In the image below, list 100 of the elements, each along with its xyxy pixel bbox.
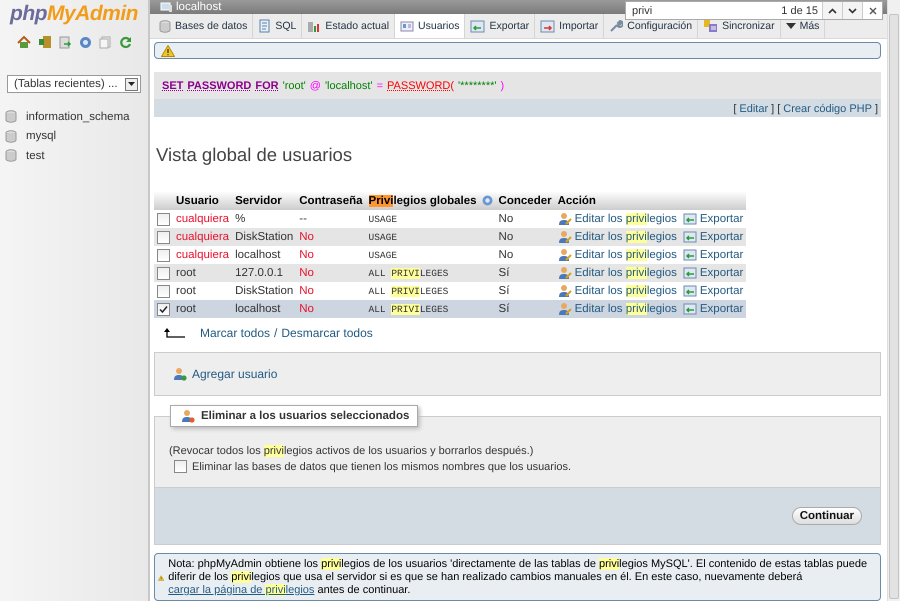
nav-tab[interactable]: SQL xyxy=(253,14,302,38)
edit-privileges-link[interactable]: Editar los privilegios xyxy=(574,249,677,261)
export-icon xyxy=(682,303,697,315)
query-window-icon[interactable] xyxy=(58,36,72,48)
help-icon[interactable] xyxy=(482,195,493,206)
sql-token: PASSWORD( xyxy=(387,80,454,92)
export-link[interactable]: Exportar xyxy=(700,213,744,225)
export-link[interactable]: Exportar xyxy=(700,249,744,261)
row-checkbox[interactable] xyxy=(157,284,170,298)
database-icon xyxy=(5,149,17,162)
export-icon xyxy=(682,249,697,261)
sql-token: FOR xyxy=(255,80,279,92)
legend-title: Eliminar a los usuarios seleccionados xyxy=(201,410,410,422)
row-checkbox[interactable] xyxy=(157,266,170,280)
edit-privileges-link[interactable]: Editar los privilegios xyxy=(574,231,677,243)
column-header: Usuario xyxy=(176,194,219,206)
help-icon[interactable] xyxy=(78,36,92,48)
row-checkbox[interactable] xyxy=(157,230,170,244)
table-cell: No xyxy=(299,231,314,243)
reload-icon[interactable] xyxy=(118,36,132,48)
user-edit-icon xyxy=(558,284,572,298)
table-cell: cualquiera xyxy=(176,231,230,243)
table-cell: No xyxy=(299,267,314,279)
table-cell: Sí xyxy=(498,285,510,297)
warning-icon xyxy=(161,44,175,56)
column-header: Servidor xyxy=(235,194,282,206)
export-link[interactable]: Exportar xyxy=(700,303,744,315)
arrow-up-icon xyxy=(164,327,186,339)
table-cell: No xyxy=(498,231,514,243)
row-checkbox[interactable] xyxy=(157,302,170,316)
caret-icon xyxy=(786,22,796,30)
database-link[interactable]: mysql xyxy=(26,130,56,142)
nav-tab[interactable]: Bases de datos xyxy=(154,14,254,38)
bar-chart-icon xyxy=(307,20,322,33)
app-logo[interactable]: phpMyAdmin xyxy=(0,2,148,26)
database-link[interactable]: information_schema xyxy=(26,110,130,123)
bracket-text: [ xyxy=(733,103,736,115)
table-cell: USAGE xyxy=(368,214,398,225)
close-icon xyxy=(868,6,876,14)
add-user-link[interactable]: Agregar usuario xyxy=(192,367,278,381)
row-checkbox[interactable] xyxy=(157,212,170,226)
match-count: 1 de 15 xyxy=(781,4,818,16)
table-cell: USAGE xyxy=(368,232,398,243)
table-cell: USAGE xyxy=(368,250,398,261)
export-icon xyxy=(682,231,697,243)
nav-tab[interactable]: Exportar xyxy=(465,14,536,38)
sql-token: = xyxy=(376,80,383,92)
id-card-icon xyxy=(400,20,414,32)
unmark-all-link[interactable]: Desmarcar todos xyxy=(281,326,373,340)
exit-door-icon[interactable] xyxy=(38,35,52,49)
recent-tables-dropdown[interactable]: (Tablas recientes) ... xyxy=(7,75,141,93)
previous-match-button[interactable] xyxy=(822,2,842,19)
remove-user-icon xyxy=(181,409,195,423)
nav-tab[interactable]: Usuarios xyxy=(395,14,466,38)
row-checkbox[interactable] xyxy=(157,248,170,262)
user-edit-icon xyxy=(558,266,572,280)
table-cell: No xyxy=(299,285,314,297)
export-icon xyxy=(682,213,697,225)
mark-all-link[interactable]: Marcar todos xyxy=(200,326,270,340)
sql-token: @ xyxy=(310,80,321,92)
revoke-description: (Revocar todos los privilegios activos de los usuarios y borrarlos después.) xyxy=(169,445,534,457)
sql-link[interactable]: Crear código PHP xyxy=(783,103,872,115)
edit-privileges-link[interactable]: Editar los privilegios xyxy=(574,267,677,279)
export-link[interactable]: Exportar xyxy=(700,285,744,297)
table-cell: No xyxy=(498,249,514,261)
database-icon xyxy=(159,20,171,33)
page-heading: Vista global de usuarios xyxy=(156,144,354,166)
continue-button[interactable]: Continuar xyxy=(792,507,862,525)
user-edit-icon xyxy=(558,302,572,316)
export-link[interactable]: Exportar xyxy=(700,267,744,279)
sql-token: PASSWORD xyxy=(187,80,252,92)
table-cell: 127.0.0.1 xyxy=(235,267,284,279)
reload-privileges-link[interactable]: cargar la página de privilegios xyxy=(168,584,314,596)
edit-privileges-link[interactable]: Editar los privilegios xyxy=(574,213,677,225)
bracket-text: [ xyxy=(777,103,780,115)
user-edit-icon xyxy=(558,248,572,262)
note-text: Nota: phpMyAdmin obtiene los privilegios de los usuarios 'directamente de las tablas de privilegios MySQL'. El contenido de estas tablas puede diferir de los privilegios que usa el servidor si es que se han realizado cambios manuales en él. En este caso, nuevamente deberá cargar la página de privilegios antes de continuar. xyxy=(168,558,868,597)
sql-link[interactable]: Editar xyxy=(739,103,768,115)
home-icon[interactable] xyxy=(16,36,30,48)
edit-privileges-link[interactable]: Editar los privilegios xyxy=(574,303,677,315)
export-link[interactable]: Exportar xyxy=(700,231,744,243)
documents-icon[interactable] xyxy=(98,36,112,48)
table-cell: localhost xyxy=(235,303,280,315)
next-match-button[interactable] xyxy=(842,2,862,19)
database-icon xyxy=(5,130,17,143)
column-header: Acción xyxy=(558,194,596,206)
edit-privileges-link[interactable]: Editar los privilegios xyxy=(574,285,677,297)
nav-tab[interactable]: Importar xyxy=(535,14,604,38)
checkbox[interactable] xyxy=(174,460,187,473)
database-icon xyxy=(5,110,17,124)
checkbox-label: Eliminar las bases de datos que tienen los mismos nombres que los usuarios. xyxy=(192,460,572,472)
database-link[interactable]: test xyxy=(26,150,45,162)
table-cell: % xyxy=(235,213,246,225)
export-icon xyxy=(682,285,697,297)
table-cell: -- xyxy=(299,213,307,225)
table-cell: root xyxy=(176,285,196,297)
column-header: Privilegios globales xyxy=(368,194,477,206)
chevron-up-icon xyxy=(828,8,837,14)
table-cell: ALL PRIVI LEGES xyxy=(368,268,448,279)
scrollbar[interactable] xyxy=(887,0,900,601)
